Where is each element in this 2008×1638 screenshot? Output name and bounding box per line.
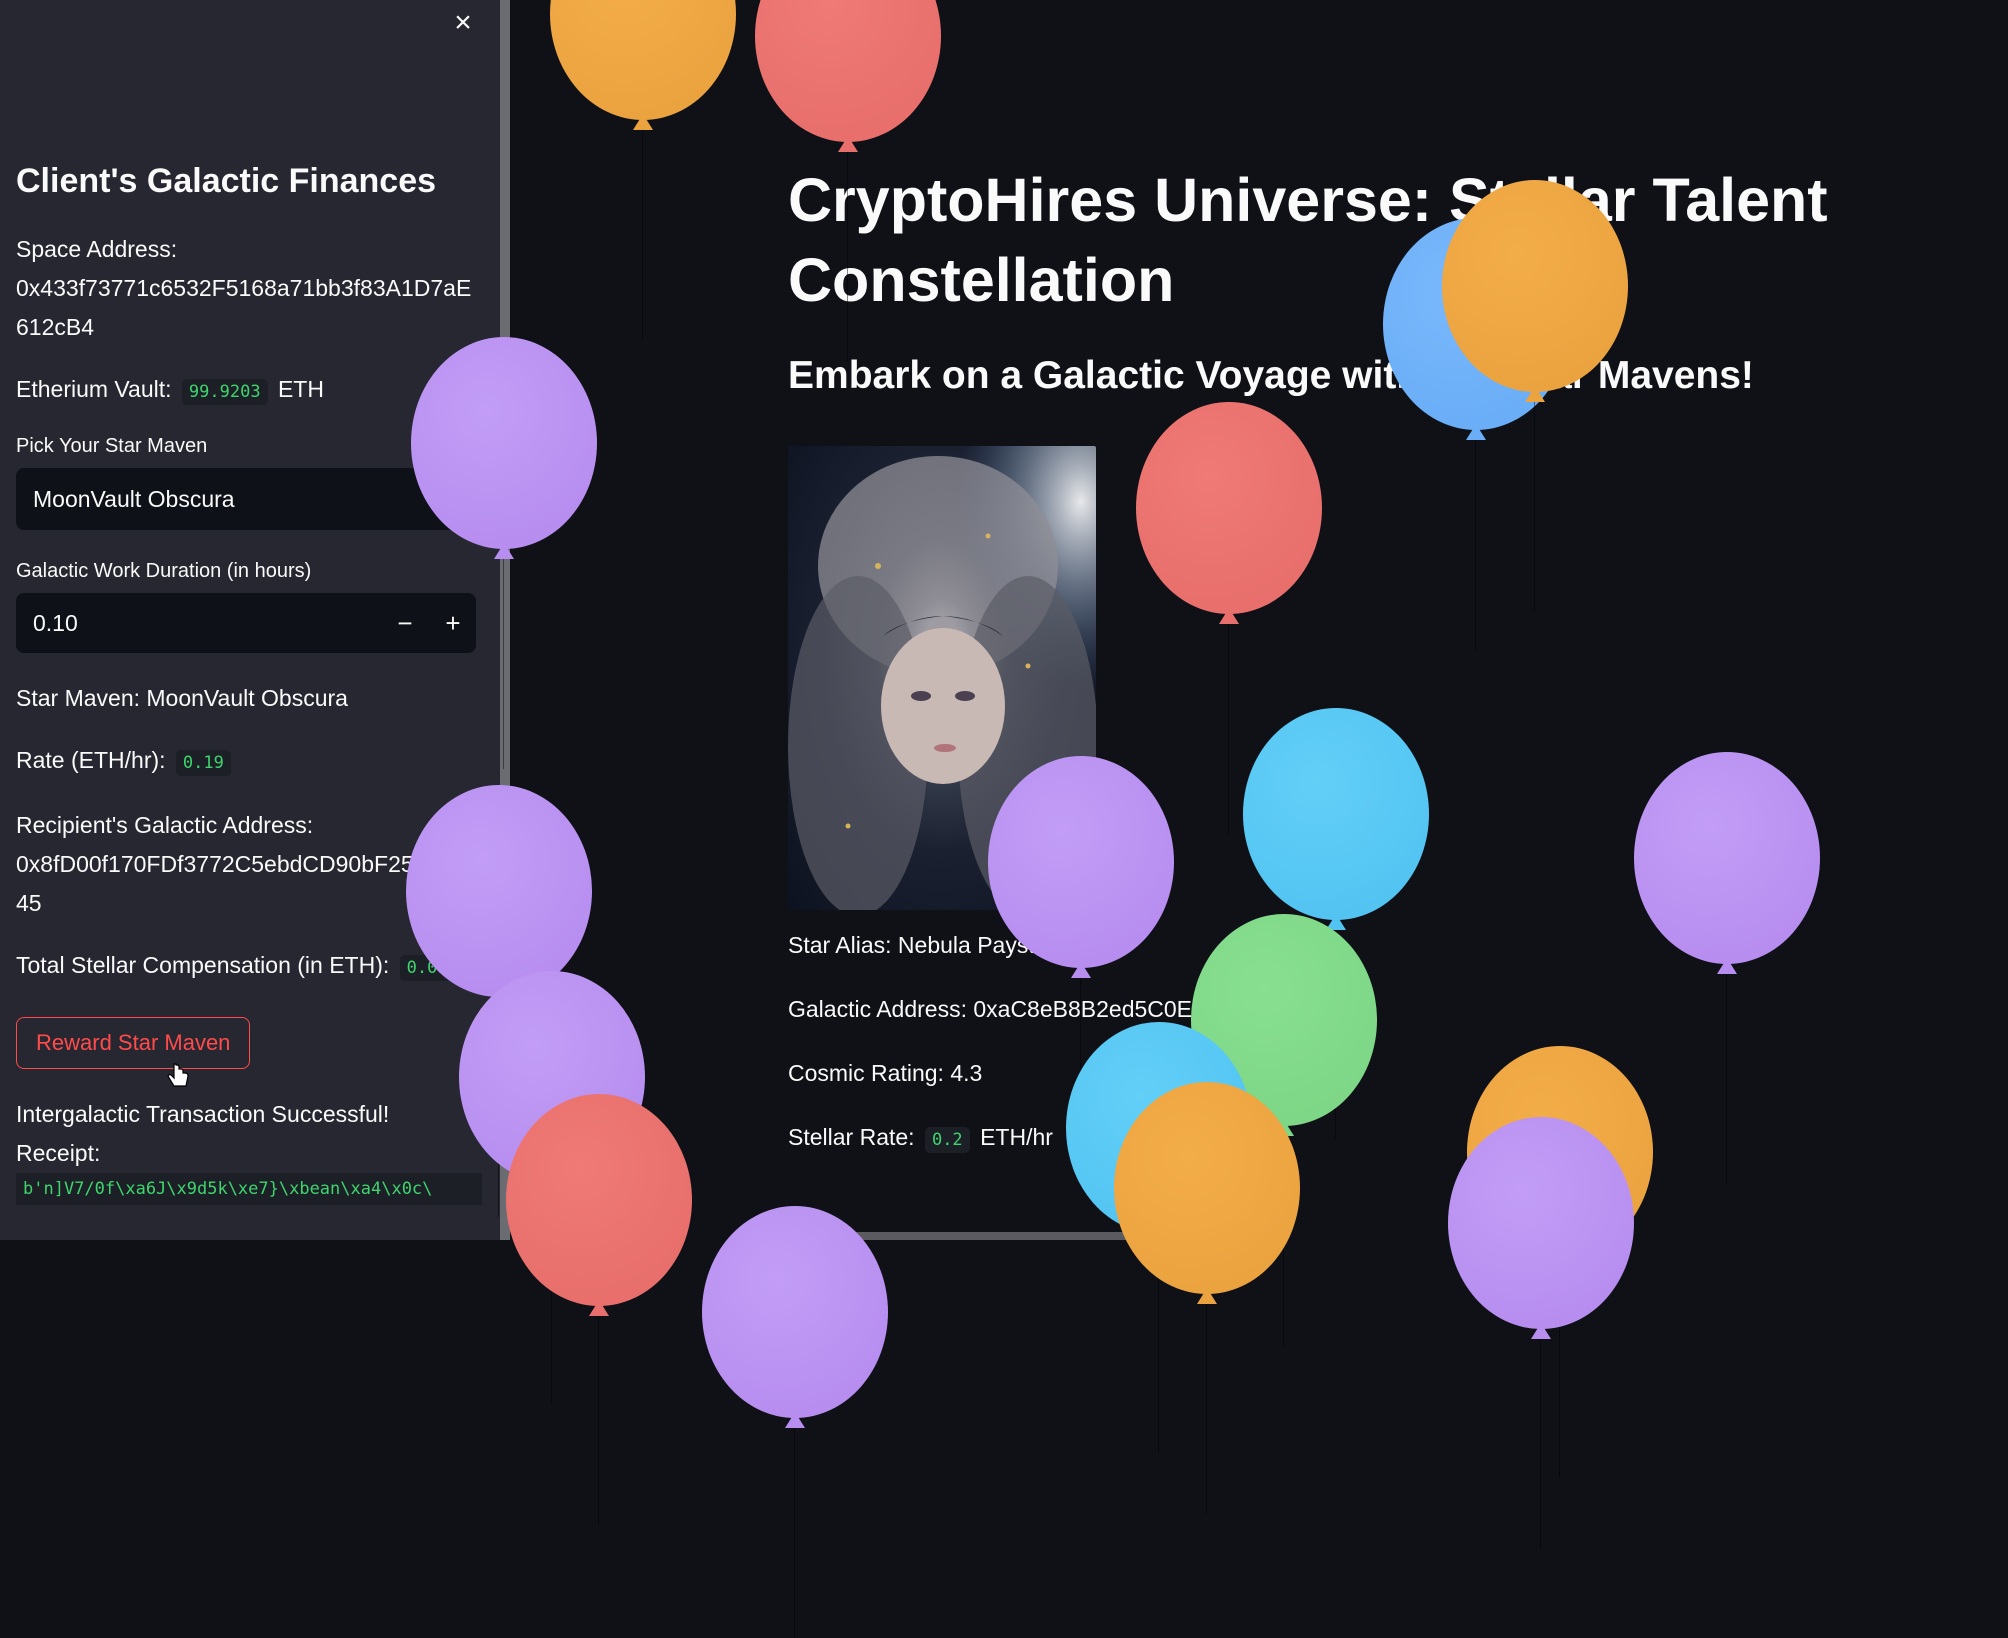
balloon [1243,708,1429,1140]
balloon [406,785,592,1217]
hand-cursor-icon [167,1063,189,1087]
decrement-button[interactable]: − [382,593,428,653]
balloon [1136,402,1322,834]
balloon [755,0,941,362]
work-duration-value[interactable]: 0.10 [33,610,78,636]
close-icon[interactable]: × [448,8,478,38]
etherium-vault: Etherium Vault: 99.9203 ETH [16,370,476,412]
space-address-label: Space Address: [16,236,178,262]
vault-unit: ETH [277,376,324,402]
transaction-success: Intergalactic Transaction Successful! Re… [16,1095,476,1173]
vault-value: 99.9203 [181,379,268,405]
page-title: CryptoHires Universe: Stellar Talent Con… [788,166,1828,314]
pick-maven-label: Pick Your Star Maven [16,435,208,457]
increment-button[interactable]: + [430,593,476,653]
space-address: Space Address: 0x433f73771c6532F5168a71b… [16,230,476,347]
recipient-value: 0x8fD00f170FDf3772C5ebdCD90bF2579BA45 [16,851,470,916]
work-duration-input[interactable]: 0.10 − + [16,593,476,653]
balloon [988,756,1174,1188]
success-text: Intergalactic Transaction Successful! [16,1101,390,1127]
balloon [1448,1117,1634,1549]
cosmic-rating: Cosmic Rating: 4.3 [788,1060,983,1086]
selected-maven-text: Star Maven: MoonVault Obscura [16,685,348,711]
reward-star-maven-button[interactable]: Reward Star Maven [16,1017,251,1069]
total-label: Total Stellar Compensation (in ETH): [16,952,390,978]
rate-value: 0.19 [175,750,231,776]
recipient-label: Recipient's Galactic Address: [16,812,314,838]
receipt-label: Receipt: [16,1140,101,1166]
stellar-rate: Stellar Rate: 0.2 ETH/hr [788,1122,1988,1155]
stellar-rate-label: Stellar Rate: [788,1124,915,1150]
star-maven-select[interactable]: MoonVault Obscura [16,468,476,530]
rate-line: Rate (ETH/hr): 0.19 [16,741,476,783]
star-maven-select-value: MoonVault Obscura [33,486,235,512]
sidebar-title: Client's Galactic Finances [16,162,437,200]
stellar-rate-value: 0.2 [924,1127,970,1153]
galactic-address: Galactic Address: 0xaC8eB8B2ed5C0E1fA7f6… [788,996,1337,1022]
balloon [1114,1082,1300,1514]
stellar-rate-unit: ETH/hr [980,1124,1053,1150]
balloon [550,0,736,340]
space-address-value: 0x433f73771c6532F5168a71bb3f83A1D7aE612c… [16,275,472,340]
balloon [411,337,597,769]
balloon [1442,180,1628,612]
receipt-value: b'n]V7/0f\xa6J\x9d5k\xe7}\xbean\xa4\x0c\ [16,1173,482,1205]
rate-label: Rate (ETH/hr): [16,747,166,773]
work-duration-label: Galactic Work Duration (in hours) [16,560,312,582]
sidebar-content: Client's Galactic Finances Space Address… [16,160,482,1205]
vault-label: Etherium Vault: [16,376,172,402]
balloon [1634,752,1820,1184]
balloon [506,1094,692,1526]
sidebar: × Client's Galactic Finances Space Addre… [0,0,500,1240]
balloon [702,1206,888,1638]
